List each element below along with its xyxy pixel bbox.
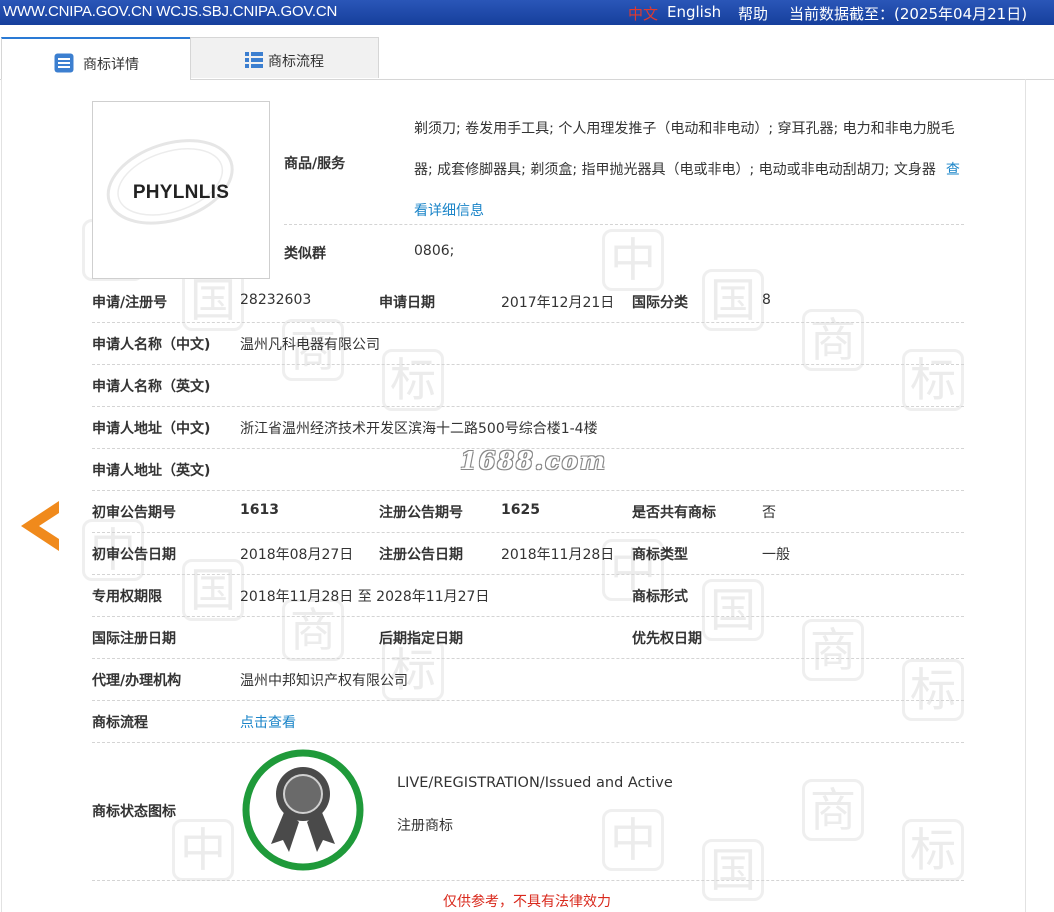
row-divider bbox=[92, 700, 964, 701]
background-watermark: 标 bbox=[902, 659, 964, 721]
row-divider bbox=[92, 880, 964, 881]
help-link[interactable]: 帮助 bbox=[738, 3, 768, 24]
app-no-label: 申请/注册号 bbox=[92, 295, 168, 311]
mark-form-label: 商标形式 bbox=[632, 589, 688, 605]
similar-group-label: 类似群 bbox=[284, 246, 326, 262]
tab-bar: 商标详情 商标流程 bbox=[0, 37, 1054, 80]
background-watermark: 商 bbox=[802, 619, 864, 681]
intl-reg-date-label: 国际注册日期 bbox=[92, 631, 176, 647]
intl-class-label: 国际分类 bbox=[632, 295, 688, 311]
row-divider bbox=[92, 406, 964, 407]
data-as-of-text: 当前数据截至：(2025年04月21日) bbox=[789, 5, 1028, 23]
site-watermark: 1688.com bbox=[460, 446, 608, 475]
priority-date-label: 优先权日期 bbox=[632, 631, 702, 647]
prelim-pub-no-value: 1613 bbox=[240, 502, 279, 518]
previous-arrow-icon[interactable] bbox=[21, 501, 59, 551]
similar-group-value: 0806; bbox=[414, 243, 455, 259]
reg-pub-no-label: 注册公告期号 bbox=[379, 505, 463, 521]
goods-services-value: 剃须刀; 卷发用手工具; 个人用理发推子（电动和非电动）; 穿耳孔器; 电力和非… bbox=[414, 121, 955, 178]
app-no-value: 28232603 bbox=[240, 292, 312, 308]
prelim-pub-no-label: 初审公告期号 bbox=[92, 505, 176, 521]
row-divider bbox=[92, 616, 964, 617]
goods-services-text: 剃须刀; 卷发用手工具; 个人用理发推子（电动和非电动）; 穿耳孔器; 电力和非… bbox=[414, 109, 966, 232]
background-watermark: 国 bbox=[702, 579, 764, 641]
mark-type-label: 商标类型 bbox=[632, 547, 688, 563]
site-domains: WWW.CNIPA.GOV.CN WCJS.SBJ.CNIPA.GOV.CN bbox=[3, 3, 338, 20]
agent-label: 代理/办理机构 bbox=[92, 673, 182, 689]
row-divider bbox=[92, 364, 964, 365]
reg-pub-date-value: 2018年11月28日 bbox=[501, 547, 615, 563]
background-watermark: 中 bbox=[602, 229, 664, 291]
trademark-text: PHYLNLIS bbox=[132, 182, 230, 203]
background-watermark: 国 bbox=[182, 559, 244, 621]
background-watermark: 标 bbox=[382, 349, 444, 411]
applicant-en-label: 申请人名称（英文) bbox=[92, 379, 211, 395]
row-divider bbox=[92, 742, 964, 743]
trademark-image[interactable]: PHYLNLIS bbox=[92, 101, 270, 279]
process-label: 商标流程 bbox=[92, 715, 148, 731]
background-watermark: 标 bbox=[902, 349, 964, 411]
list-grid-icon bbox=[245, 51, 265, 71]
applicant-cn-value: 温州凡科电器有限公司 bbox=[240, 337, 380, 353]
row-divider bbox=[92, 490, 964, 491]
status-icon-label: 商标状态图标 bbox=[92, 804, 176, 820]
background-watermark: 标 bbox=[902, 819, 964, 881]
goods-services-label: 商品/服务 bbox=[284, 156, 346, 172]
background-watermark: 商 bbox=[802, 779, 864, 841]
mark-type-value: 一般 bbox=[762, 547, 790, 563]
language-chinese-link[interactable]: 中文 bbox=[628, 3, 658, 24]
address-cn-label: 申请人地址（中文) bbox=[92, 421, 211, 437]
agent-value: 温州中邦知识产权有限公司 bbox=[240, 673, 408, 689]
address-en-label: 申请人地址（英文) bbox=[92, 463, 211, 479]
background-watermark: 中 bbox=[172, 819, 234, 881]
intl-class-value: 8 bbox=[762, 292, 771, 308]
shared-mark-value: 否 bbox=[762, 505, 776, 521]
status-chinese: 注册商标 bbox=[397, 818, 453, 834]
later-designation-label: 后期指定日期 bbox=[379, 631, 463, 647]
exclusive-period-value: 2018年11月28日 至 2028年11月27日 bbox=[240, 589, 490, 605]
shared-mark-label: 是否共有商标 bbox=[632, 505, 716, 521]
address-cn-value: 浙江省温州经济技术开发区滨海十二路500号综合楼1-4楼 bbox=[240, 421, 598, 437]
background-watermark: 中 bbox=[602, 809, 664, 871]
app-date-label: 申请日期 bbox=[379, 295, 435, 311]
background-watermark: 商 bbox=[282, 599, 344, 661]
prelim-pub-date-value: 2018年08月27日 bbox=[240, 547, 354, 563]
tab-label: 商标流程 bbox=[268, 54, 324, 70]
applicant-cn-label: 申请人名称（中文) bbox=[92, 337, 211, 353]
status-english: LIVE/REGISTRATION/Issued and Active bbox=[397, 775, 673, 791]
tab-trademark-details[interactable]: 商标详情 bbox=[1, 37, 191, 80]
exclusive-period-label: 专用权期限 bbox=[92, 589, 162, 605]
document-list-icon bbox=[54, 53, 74, 73]
prelim-pub-date-label: 初审公告日期 bbox=[92, 547, 176, 563]
row-divider bbox=[92, 532, 964, 533]
reg-pub-no-value: 1625 bbox=[501, 502, 540, 518]
top-bar: WWW.CNIPA.GOV.CN WCJS.SBJ.CNIPA.GOV.CN 中… bbox=[0, 0, 1054, 25]
language-english-link[interactable]: English bbox=[667, 3, 721, 21]
row-divider bbox=[284, 224, 964, 225]
disclaimer-text: 仅供参考，不具有法律效力 bbox=[443, 894, 611, 910]
row-divider bbox=[92, 658, 964, 659]
tab-label: 商标详情 bbox=[83, 57, 139, 73]
background-watermark: 商 bbox=[802, 309, 864, 371]
row-divider bbox=[92, 322, 964, 323]
view-process-link[interactable]: 点击查看 bbox=[240, 712, 296, 732]
reg-pub-date-label: 注册公告日期 bbox=[379, 547, 463, 563]
registered-award-icon bbox=[241, 748, 365, 872]
app-date-value: 2017年12月21日 bbox=[501, 295, 615, 311]
tab-trademark-process[interactable]: 商标流程 bbox=[190, 37, 379, 78]
row-divider bbox=[92, 574, 964, 575]
